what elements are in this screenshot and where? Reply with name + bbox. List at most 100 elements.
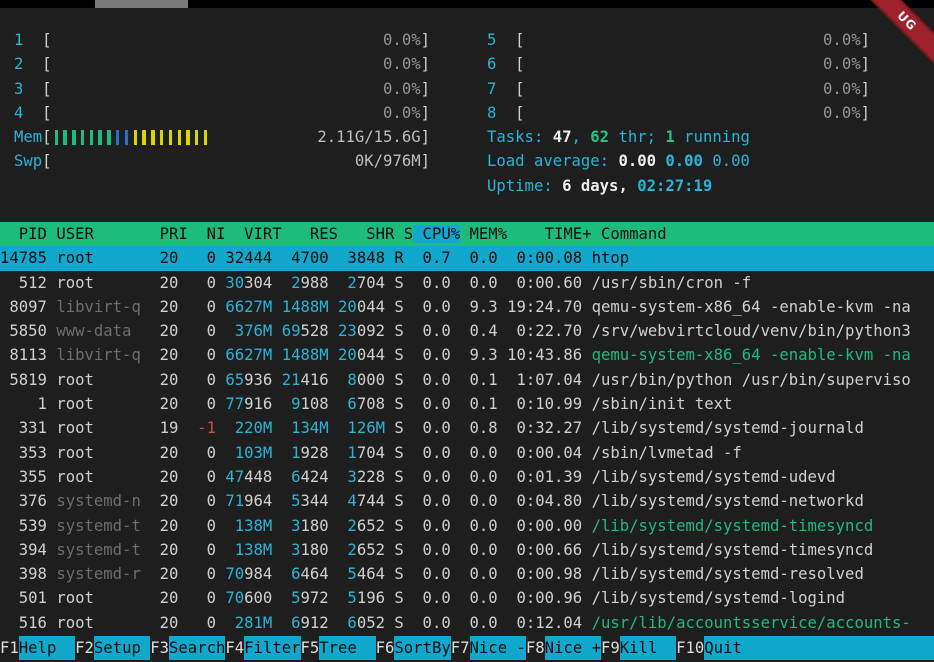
col-mem: 9.3 — [460, 298, 498, 316]
col-state: S — [394, 589, 403, 607]
fnkey-f7[interactable]: F7Nice - — [451, 636, 526, 660]
column-header-virt[interactable]: VIRT — [235, 225, 282, 243]
col-time: 0:04.80 — [507, 492, 582, 510]
col-command: /sbin/init text — [592, 395, 733, 413]
meter-bar-yellow — [204, 130, 207, 145]
col-res-suffix: 912 — [300, 614, 328, 632]
process-row[interactable]: 539 systemd-t 20 0 138M 3180 2652 S 0.0 … — [0, 514, 934, 538]
col-pri: 20 — [150, 322, 178, 340]
fnkey-f10[interactable]: F10Quit — [676, 636, 934, 660]
column-header-time[interactable]: TIME+ — [516, 225, 591, 243]
process-row[interactable]: 14785 root 20 0 32444 4700 3848 R 0.7 0.… — [0, 246, 934, 270]
process-row[interactable]: 5819 root 20 0 65936 21416 8000 S 0.0 0.… — [0, 368, 934, 392]
col-res: 1488M — [282, 346, 329, 364]
col-shr-suffix: 744 — [357, 492, 385, 510]
column-header-cpu[interactable]: CPU% — [413, 225, 460, 243]
column-header-s[interactable]: S — [404, 225, 413, 243]
window-tab[interactable] — [95, 0, 188, 8]
process-row[interactable]: 8097 libvirt-q 20 0 6627M 1488M 20044 S … — [0, 295, 934, 319]
process-row[interactable]: 355 root 20 0 47448 6424 3228 S 0.0 0.0 … — [0, 465, 934, 489]
fnkey-f6[interactable]: F6SortBy — [376, 636, 451, 660]
fnkey-action: Tree — [319, 636, 375, 660]
fnkey-f1[interactable]: F1Help — [0, 636, 75, 660]
col-virt: 32444 — [225, 249, 272, 267]
col-ni: 0 — [188, 371, 216, 389]
meter-bar-yellow — [151, 130, 154, 145]
col-shr-prefix: 2 — [338, 274, 357, 292]
col-res-prefix: 1 — [282, 444, 301, 462]
process-row[interactable]: 516 root 20 0 281M 6912 6052 S 0.0 0.0 0… — [0, 611, 934, 635]
col-pri: 20 — [150, 444, 178, 462]
col-ni: 0 — [188, 541, 216, 559]
col-user: root — [56, 589, 150, 607]
col-shr-prefix: 2 — [338, 541, 357, 559]
fnkey-f4[interactable]: F4Filter — [225, 636, 300, 660]
fnkey-f5[interactable]: F5Tree — [301, 636, 376, 660]
process-row[interactable]: 512 root 20 0 30304 2988 2704 S 0.0 0.0 … — [0, 271, 934, 295]
meter-bar-green — [63, 130, 66, 145]
fnkey-f8[interactable]: F8Nice + — [526, 636, 601, 660]
col-user: libvirt-q — [56, 346, 150, 364]
column-header-user[interactable]: USER — [56, 225, 150, 243]
col-user: systemd-n — [56, 492, 150, 510]
col-mem: 0.0 — [460, 565, 498, 583]
column-header-ni[interactable]: NI — [197, 225, 225, 243]
meter-bar-yellow — [195, 130, 198, 145]
fnkey-f2[interactable]: F2Setup — [75, 636, 150, 660]
process-row[interactable]: 376 systemd-n 20 0 71964 5344 4744 S 0.0… — [0, 489, 934, 513]
uptime-segment: 02:27:19 — [637, 177, 712, 195]
process-row[interactable]: 8113 libvirt-q 20 0 6627M 1488M 20044 S … — [0, 343, 934, 367]
col-cpu: 0.0 — [413, 444, 451, 462]
col-shr-suffix: 196 — [357, 589, 385, 607]
tasks-summary-segment: 62 — [590, 128, 609, 146]
fnkey-f9[interactable]: F9Kill — [601, 636, 676, 660]
column-header-mem[interactable]: MEM% — [470, 225, 508, 243]
meter-value: 0.0% — [823, 101, 861, 125]
fnkey-action: Nice - — [470, 636, 526, 660]
col-virt-prefix: 30 — [225, 274, 244, 292]
col-pri: 20 — [150, 541, 178, 559]
meter-value: 0.0% — [823, 77, 861, 101]
col-mem: 0.0 — [460, 249, 498, 267]
meter-close-bracket: ] — [861, 52, 870, 76]
col-shr-suffix: 704 — [357, 274, 385, 292]
col-command: /lib/systemd/systemd-networkd — [592, 492, 864, 510]
process-row[interactable]: 398 systemd-r 20 0 70984 6464 5464 S 0.0… — [0, 562, 934, 586]
meters-left-column: 1 [0.0%]2 [0.0%]3 [0.0%]4 [0.0%]Mem[2.11… — [14, 28, 430, 174]
col-virt-suffix: 984 — [244, 565, 272, 583]
col-mem: 0.0 — [460, 274, 498, 292]
fnkey-label: F3 — [150, 636, 169, 660]
process-row[interactable]: 331 root 19 -1 220M 134M 126M S 0.0 0.8 … — [0, 416, 934, 440]
meter-close-bracket: ] — [421, 125, 430, 149]
process-row[interactable]: 394 systemd-t 20 0 138M 3180 2652 S 0.0 … — [0, 538, 934, 562]
col-shr-prefix: 6 — [338, 395, 357, 413]
column-header-cmd[interactable]: Command — [601, 225, 667, 243]
process-row[interactable]: 353 root 20 0 103M 1928 1704 S 0.0 0.0 0… — [0, 441, 934, 465]
col-user: root — [56, 444, 150, 462]
col-state: S — [394, 541, 403, 559]
col-state: S — [394, 274, 403, 292]
meter-value: 2.11G/15.6G — [317, 125, 420, 149]
fnkey-f3[interactable]: F3Search — [150, 636, 225, 660]
col-pid: 5850 — [0, 322, 47, 340]
fnkey-label: F8 — [526, 636, 545, 660]
col-command: /srv/webvirtcloud/venv/bin/python3 — [592, 322, 911, 340]
process-row[interactable]: 1 root 20 0 77916 9108 6708 S 0.0 0.1 0:… — [0, 392, 934, 416]
col-res-prefix: 6 — [282, 614, 301, 632]
col-virt-suffix: 448 — [244, 468, 272, 486]
uptime-segment: 6 days, — [562, 177, 637, 195]
process-row[interactable]: 5850 www-data 20 0 376M 69528 23092 S 0.… — [0, 319, 934, 343]
col-cpu: 0.0 — [413, 468, 451, 486]
col-cpu: 0.0 — [413, 614, 451, 632]
process-row[interactable]: 501 root 20 0 70600 5972 5196 S 0.0 0.0 … — [0, 586, 934, 610]
col-virt-suffix: 916 — [244, 395, 272, 413]
column-header-pri[interactable]: PRI — [160, 225, 188, 243]
col-virt: 6627M — [225, 298, 272, 316]
col-mem: 0.0 — [460, 517, 498, 535]
cpu-meter-4: 4 [0.0%] — [14, 101, 430, 125]
column-header-res[interactable]: RES — [291, 225, 338, 243]
col-ni: 0 — [188, 249, 216, 267]
col-virt-suffix: 304 — [244, 274, 272, 292]
column-header-shr[interactable]: SHR — [347, 225, 394, 243]
column-header-pid[interactable]: PID — [0, 225, 47, 243]
